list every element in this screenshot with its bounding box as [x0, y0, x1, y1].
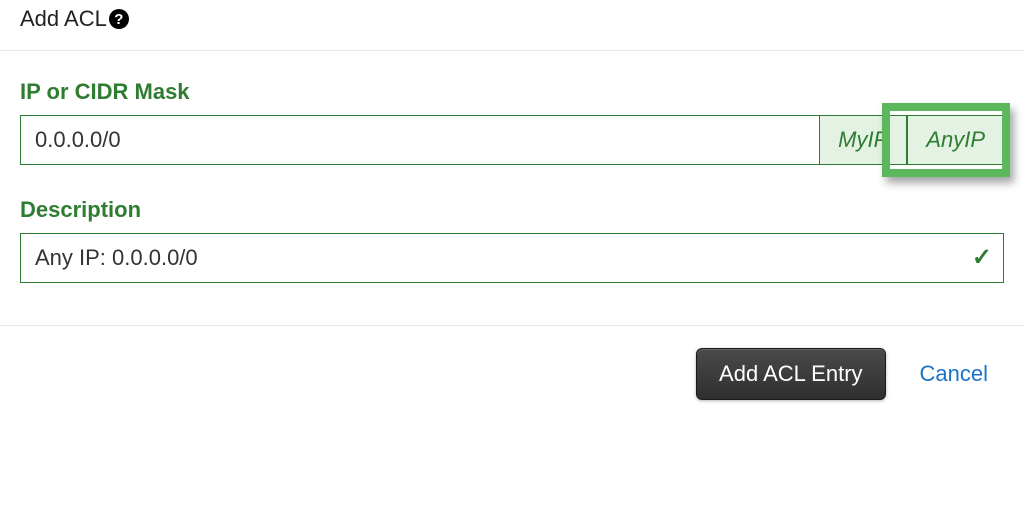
- description-input[interactable]: [20, 233, 1004, 283]
- description-input-wrap: ✓: [20, 233, 1004, 283]
- check-icon: ✓: [972, 246, 992, 270]
- ip-label: IP or CIDR Mask: [20, 79, 1004, 105]
- dialog-title: Add ACL: [20, 6, 107, 32]
- dialog-header: Add ACL ?: [0, 6, 1024, 51]
- add-acl-entry-button[interactable]: Add ACL Entry: [696, 348, 885, 400]
- dialog-footer: Add ACL Entry Cancel: [20, 326, 1004, 400]
- any-ip-button[interactable]: AnyIP: [907, 115, 1004, 165]
- cancel-button[interactable]: Cancel: [914, 361, 994, 387]
- description-label: Description: [20, 197, 1004, 223]
- ip-cidr-input[interactable]: [20, 115, 819, 165]
- ip-input-row: MyIP AnyIP: [20, 115, 1004, 165]
- my-ip-button[interactable]: MyIP: [819, 115, 907, 165]
- help-icon[interactable]: ?: [109, 9, 129, 29]
